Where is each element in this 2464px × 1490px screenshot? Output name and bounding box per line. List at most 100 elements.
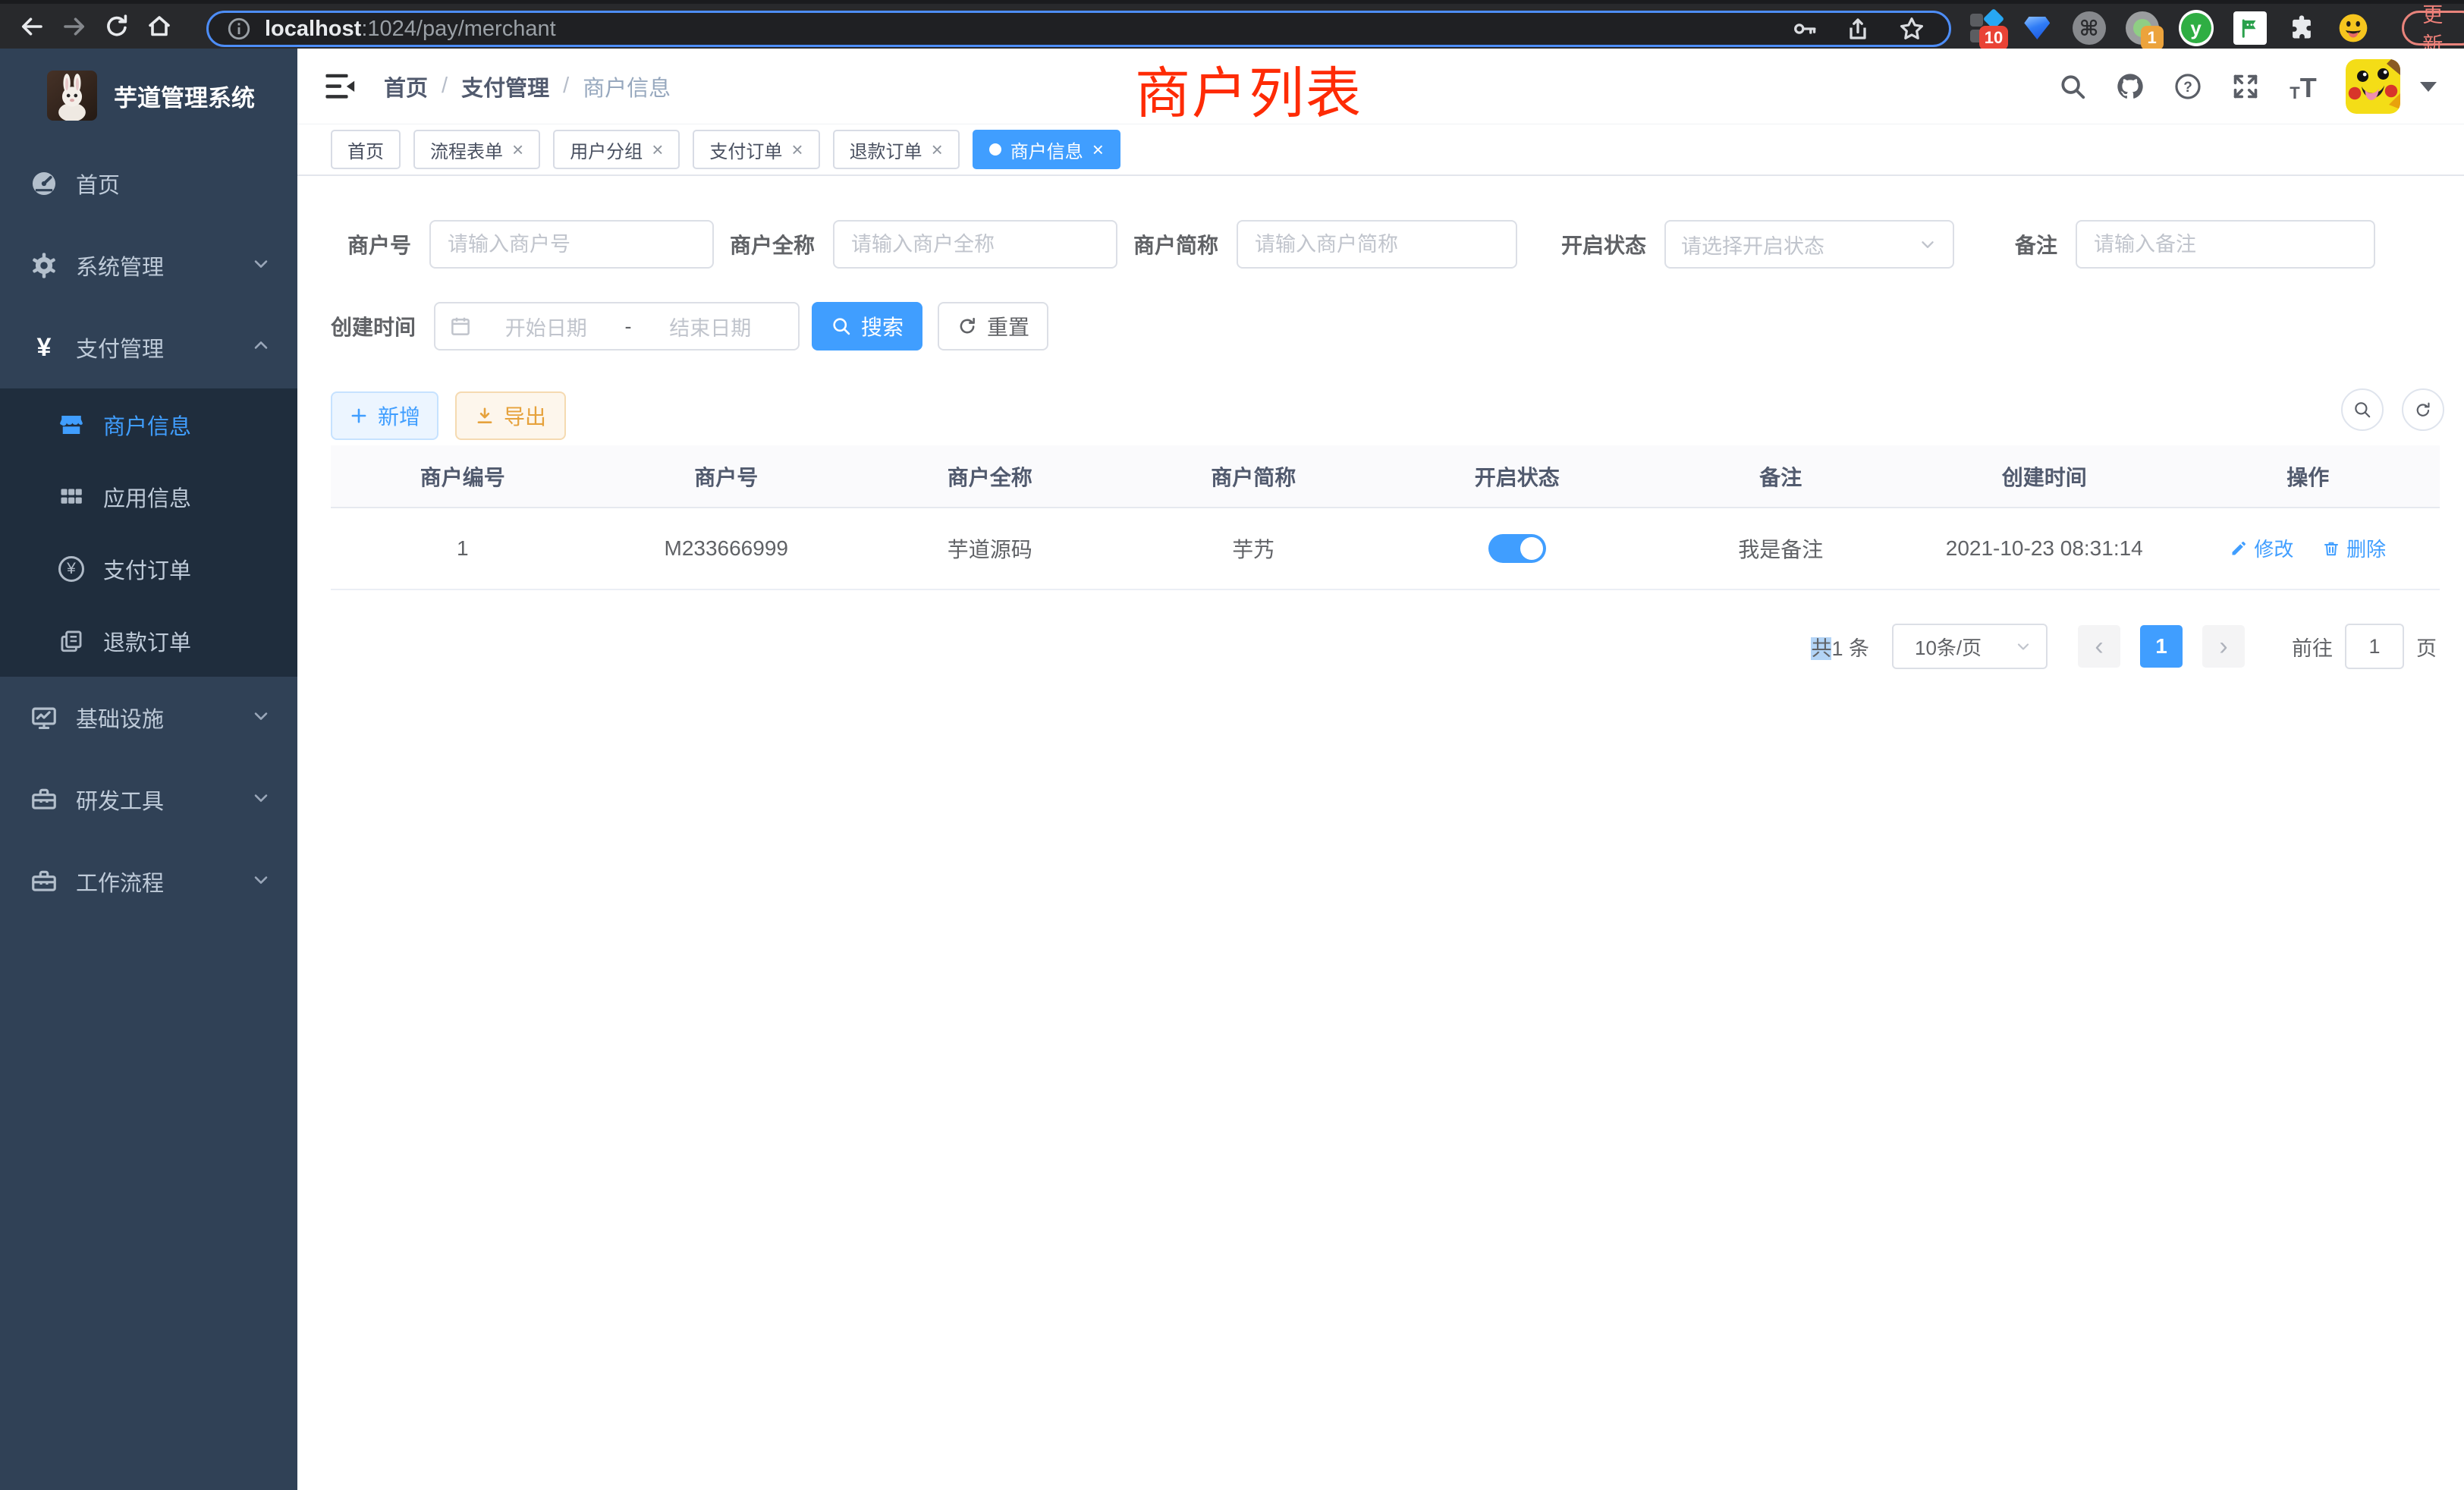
extension-command-icon[interactable]: ⌘ (2073, 11, 2106, 46)
app-logo[interactable]: 芋道管理系统 (0, 49, 297, 143)
refresh-table-button[interactable] (2402, 388, 2444, 431)
field-label: 商户全称 (730, 229, 815, 259)
tab-refund-order[interactable]: 退款订单× (833, 130, 960, 169)
merchant-short-input[interactable] (1237, 220, 1517, 269)
bookmark-star-icon[interactable] (1897, 14, 1926, 43)
browser-forward-button[interactable] (53, 5, 96, 48)
close-icon[interactable]: × (1092, 140, 1104, 159)
merchant-name-input[interactable] (833, 220, 1117, 269)
search-icon (831, 316, 852, 337)
extension-emoji-icon[interactable] (2337, 11, 2370, 46)
search-icon[interactable] (2057, 71, 2088, 102)
close-icon[interactable]: × (791, 140, 803, 159)
show-search-toggle-button[interactable] (2341, 388, 2384, 431)
end-date-placeholder: 结束日期 (636, 312, 785, 341)
avatar-dropdown-caret[interactable] (2420, 82, 2437, 92)
browser-extensions: 10 ⌘ 1 y 更新 ⋮ (1969, 4, 2464, 52)
reload-icon (103, 13, 130, 40)
plus-icon (349, 406, 369, 426)
help-icon[interactable]: ? (2173, 71, 2203, 102)
page-unit-label: 页 (2416, 632, 2437, 662)
browser-back-button[interactable] (11, 5, 53, 48)
browser-home-button[interactable] (138, 5, 181, 48)
fullscreen-icon[interactable] (2230, 71, 2261, 102)
export-button[interactable]: 导出 (455, 391, 566, 440)
sidebar-item-payment[interactable]: ¥ 支付管理 (0, 306, 297, 388)
close-icon[interactable]: × (652, 140, 663, 159)
search-button[interactable]: 搜索 (812, 302, 922, 350)
sidebar-item-merchant-info[interactable]: 商户信息 (0, 388, 297, 461)
tab-user-group[interactable]: 用户分组× (553, 130, 680, 169)
sidebar-item-pay-order[interactable]: ¥ 支付订单 (0, 533, 297, 605)
filter-merchant-no: 商户号 (347, 220, 714, 269)
extension-badge: 1 (2141, 26, 2164, 50)
status-select[interactable]: 请选择开启状态 (1664, 220, 1954, 269)
grid-table-icon (58, 483, 85, 511)
page-size-select[interactable]: 10条/页 (1892, 624, 2048, 669)
remark-input[interactable] (2076, 220, 2375, 269)
browser-update-button[interactable]: 更新 (2402, 11, 2464, 46)
browser-reload-button[interactable] (96, 5, 138, 48)
site-info-icon[interactable] (224, 14, 254, 44)
sidebar-item-system[interactable]: 系统管理 (0, 225, 297, 306)
page-number-1[interactable]: 1 (2140, 625, 2183, 668)
extension-profile-icon[interactable]: 1 (2126, 11, 2159, 46)
sidebar-collapse-icon[interactable] (325, 70, 358, 103)
chevron-down-icon (2014, 637, 2032, 655)
status-toggle-on[interactable] (1488, 534, 1546, 563)
extension-grid-icon[interactable]: 10 (1969, 11, 2002, 46)
breadcrumb-home[interactable]: 首页 (384, 71, 428, 102)
extensions-puzzle-icon[interactable] (2286, 11, 2318, 46)
date-range-picker[interactable]: 开始日期 - 结束日期 (434, 302, 800, 350)
address-bar[interactable]: localhost:1024/pay/merchant (206, 11, 1951, 47)
breadcrumb-payment[interactable]: 支付管理 (461, 71, 549, 102)
sidebar-item-workflow[interactable]: 工作流程 (0, 841, 297, 923)
sidebar-item-refund-order[interactable]: 退款订单 (0, 605, 297, 677)
prev-page-button[interactable]: ‹ (2078, 625, 2120, 668)
toggle-knob (1520, 537, 1543, 560)
tab-home[interactable]: 首页 (331, 130, 401, 169)
password-key-icon[interactable] (1791, 15, 1818, 42)
tab-process-form[interactable]: 流程表单× (413, 130, 540, 169)
share-icon[interactable] (1844, 15, 1872, 42)
extension-flag-icon[interactable] (2233, 11, 2267, 46)
col-merchant-id: 商户编号 (331, 445, 595, 508)
col-actions: 操作 (2176, 445, 2440, 508)
chevron-left-icon: ‹ (2095, 632, 2103, 662)
add-button[interactable]: 新增 (331, 391, 438, 440)
document-copy-icon (58, 627, 85, 655)
avatar[interactable] (2346, 59, 2400, 114)
github-icon[interactable] (2115, 71, 2145, 102)
extension-gem-icon[interactable] (2022, 11, 2053, 46)
link-label: 删除 (2346, 534, 2386, 562)
col-short-name: 商户简称 (1122, 445, 1386, 508)
extension-y-icon[interactable]: y (2179, 11, 2214, 46)
sidebar-item-infrastructure[interactable]: 基础设施 (0, 677, 297, 759)
url-text[interactable]: localhost:1024/pay/merchant (265, 17, 1791, 42)
close-icon[interactable]: × (932, 140, 943, 159)
font-size-icon[interactable]: TT (2288, 71, 2318, 102)
sidebar-item-app-info[interactable]: 应用信息 (0, 461, 297, 533)
tab-pay-order[interactable]: 支付订单× (693, 130, 819, 169)
button-label: 搜索 (861, 311, 904, 341)
delete-link[interactable]: 删除 (2322, 534, 2386, 562)
sidebar-item-label: 支付订单 (103, 553, 191, 585)
filter-merchant-name: 商户全称 (730, 220, 1117, 269)
edit-link[interactable]: 修改 (2230, 534, 2293, 562)
sidebar-item-home[interactable]: 首页 (0, 143, 297, 225)
field-label: 备注 (2015, 229, 2057, 259)
pagination-total: 共1 条 (1811, 632, 1869, 662)
sidebar-item-label: 退款订单 (103, 625, 191, 657)
sidebar-item-dev-tools[interactable]: 研发工具 (0, 759, 297, 841)
tab-label: 首页 (347, 137, 384, 163)
tab-merchant-info[interactable]: 商户信息× (973, 130, 1120, 169)
sidebar-submenu-payment: 商户信息 应用信息 ¥ 支付订单 退款订单 (0, 388, 297, 677)
app-title: 芋道管理系统 (114, 79, 255, 113)
close-icon[interactable]: × (512, 140, 523, 159)
goto-page-input[interactable] (2345, 624, 2404, 669)
filter-status: 开启状态 请选择开启状态 (1561, 220, 1954, 269)
next-page-button[interactable]: › (2202, 625, 2245, 668)
merchant-no-input[interactable] (429, 220, 714, 269)
breadcrumb-separator: / (563, 74, 569, 99)
reset-button[interactable]: 重置 (938, 302, 1048, 350)
